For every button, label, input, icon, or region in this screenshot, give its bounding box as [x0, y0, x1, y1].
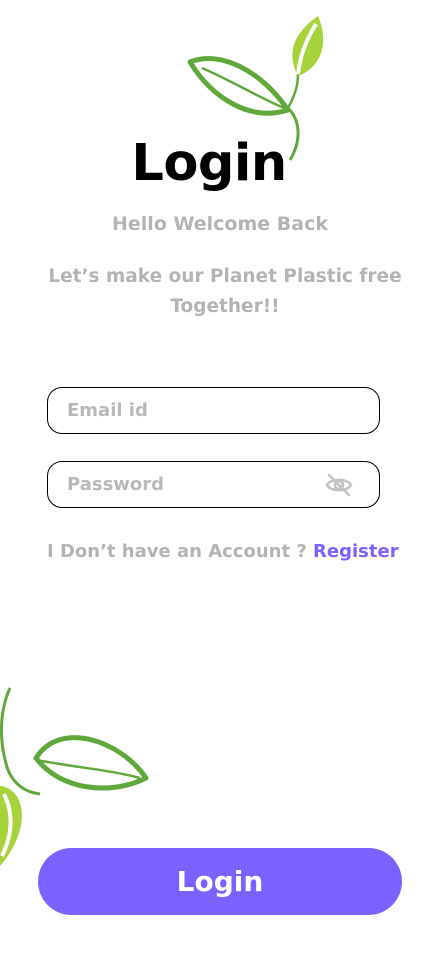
- login-button[interactable]: Login: [38, 848, 402, 915]
- register-prompt: I Don’t have an Account ? Register: [47, 541, 407, 562]
- tagline-text: Let’s make our Planet Plastic free Toget…: [48, 266, 402, 317]
- welcome-subtitle: Hello Welcome Back: [112, 213, 328, 235]
- email-field[interactable]: [47, 387, 380, 434]
- eye-slash-icon[interactable]: [325, 473, 353, 497]
- register-link[interactable]: Register: [313, 541, 399, 562]
- password-input[interactable]: [67, 462, 317, 507]
- register-prompt-text: I Don’t have an Account ?: [47, 541, 314, 562]
- email-input[interactable]: [67, 388, 317, 433]
- leaf-decoration-bottom: [0, 687, 149, 866]
- password-field[interactable]: [47, 461, 380, 508]
- page-title: Login: [131, 134, 287, 193]
